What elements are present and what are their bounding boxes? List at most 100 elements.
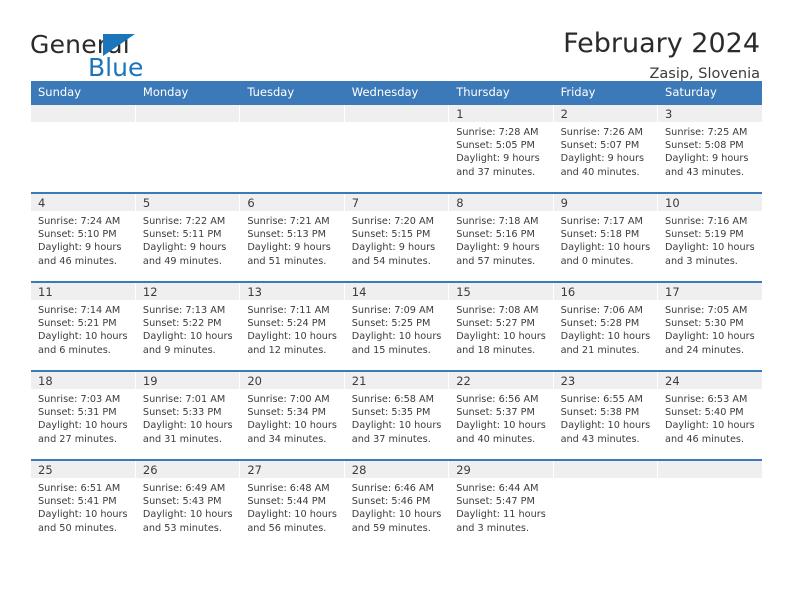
day-detail-daylight-line1: Daylight: 10 hours [665, 242, 755, 254]
general-blue-logo[interactable]: General Blue [30, 28, 215, 84]
day-number: 25 [31, 461, 135, 478]
day-number: 4 [31, 194, 135, 211]
calendar-day-cell-empty [553, 459, 659, 549]
day-detail-daylight-line2: and 18 minutes. [456, 344, 536, 356]
calendar-day-cell[interactable]: 27 Sunrise: 6:48 AM Sunset: 5:44 PM Dayligh… [239, 459, 345, 549]
day-number: 6 [240, 194, 344, 211]
day-detail-daylight-line2: and 15 minutes. [351, 344, 431, 356]
day-detail-sunrise: Sunrise: 7:28 AM [456, 127, 539, 138]
day-detail-daylight-line1: Daylight: 10 hours [351, 331, 442, 343]
calendar-day-cell[interactable]: 8 Sunrise: 7:18 AM Sunset: 5:16 PM Daylight… [448, 192, 554, 282]
day-detail-sunset: Sunset: 5:34 PM [247, 407, 326, 419]
weekday-header-monday: Monday [135, 81, 241, 104]
day-detail-sunset: Sunset: 5:31 PM [38, 407, 117, 419]
day-detail-sunrise: Sunrise: 6:55 AM [560, 394, 643, 405]
calendar-day-cell[interactable]: 14 Sunrise: 7:09 AM Sunset: 5:25 PM Dayligh… [344, 281, 450, 371]
calendar-day-cell[interactable]: 6 Sunrise: 7:21 AM Sunset: 5:13 PM Daylight… [239, 192, 345, 282]
calendar-day-cell[interactable]: 23 Sunrise: 6:55 AM Sunset: 5:38 PM Dayligh… [553, 370, 659, 460]
calendar-day-cell[interactable]: 22 Sunrise: 6:56 AM Sunset: 5:37 PM Dayligh… [448, 370, 554, 460]
day-detail-daylight-line1: Daylight: 10 hours [456, 331, 546, 343]
calendar-day-cell[interactable]: 20 Sunrise: 7:00 AM Sunset: 5:34 PM Dayligh… [239, 370, 345, 460]
weekday-header-wednesday: Wednesday [344, 81, 450, 104]
calendar-day-cell[interactable]: 13 Sunrise: 7:11 AM Sunset: 5:24 PM Dayligh… [239, 281, 345, 371]
day-details: Sunrise: 7:25 AM Sunset: 5:08 PM Daylight:… [658, 122, 762, 179]
day-details: Sunrise: 7:00 AM Sunset: 5:34 PM Daylight:… [240, 389, 343, 446]
day-detail-sunrise: Sunrise: 7:26 AM [560, 127, 643, 138]
calendar-page: General Blue February 2024 Zasip, Sloven… [0, 0, 792, 612]
day-detail-daylight-line1: Daylight: 10 hours [38, 509, 128, 521]
day-number [553, 461, 658, 478]
day-detail-daylight-line2: and 46 minutes. [665, 433, 745, 445]
calendar-day-cell[interactable]: 15 Sunrise: 7:08 AM Sunset: 5:27 PM Dayligh… [448, 281, 554, 371]
day-detail-daylight-line1: Daylight: 10 hours [142, 420, 233, 432]
day-detail-daylight-line1: Daylight: 10 hours [142, 509, 233, 521]
day-detail-sunrise: Sunrise: 6:44 AM [456, 483, 539, 494]
day-number: 13 [240, 283, 344, 300]
day-detail-daylight-line1: Daylight: 10 hours [560, 420, 651, 432]
day-details: Sunrise: 7:14 AM Sunset: 5:21 PM Daylight:… [31, 300, 135, 357]
day-detail-daylight-line1: Daylight: 11 hours [456, 509, 546, 521]
day-detail-daylight-line2: and 56 minutes. [247, 522, 327, 534]
weekday-header-tuesday: Tuesday [239, 81, 345, 104]
day-detail-sunset: Sunset: 5:22 PM [142, 318, 222, 330]
calendar-day-cell[interactable]: 17 Sunrise: 7:05 AM Sunset: 5:30 PM Dayligh… [657, 281, 762, 371]
page-subtitle: Zasip, Slovenia [649, 65, 760, 82]
day-number: 19 [135, 372, 240, 389]
day-detail-daylight-line1: Daylight: 10 hours [142, 331, 233, 343]
month-calendar: Sunday Monday Tuesday Wednesday Thursday… [31, 81, 762, 549]
day-details: Sunrise: 7:24 AM Sunset: 5:10 PM Daylight:… [31, 211, 135, 268]
calendar-day-cell[interactable]: 18 Sunrise: 7:03 AM Sunset: 5:31 PM Dayligh… [31, 370, 136, 460]
calendar-day-cell[interactable]: 3 Sunrise: 7:25 AM Sunset: 5:08 PM Daylight… [657, 103, 762, 193]
day-detail-daylight-line2: and 31 minutes. [142, 433, 222, 445]
calendar-day-cell[interactable]: 5 Sunrise: 7:22 AM Sunset: 5:11 PM Daylight… [135, 192, 241, 282]
calendar-day-cell[interactable]: 10 Sunrise: 7:16 AM Sunset: 5:19 PM Dayligh… [657, 192, 762, 282]
calendar-day-cell[interactable]: 4 Sunrise: 7:24 AM Sunset: 5:10 PM Daylight… [31, 192, 136, 282]
calendar-day-cell[interactable]: 26 Sunrise: 6:49 AM Sunset: 5:43 PM Dayligh… [135, 459, 241, 549]
calendar-day-cell-empty [239, 103, 345, 193]
calendar-day-cell[interactable]: 9 Sunrise: 7:17 AM Sunset: 5:18 PM Daylight… [553, 192, 659, 282]
day-number: 8 [449, 194, 553, 211]
calendar-day-cell[interactable]: 12 Sunrise: 7:13 AM Sunset: 5:22 PM Dayligh… [135, 281, 241, 371]
day-detail-daylight-line2: and 53 minutes. [142, 522, 222, 534]
day-number: 22 [449, 372, 553, 389]
day-details: Sunrise: 7:03 AM Sunset: 5:31 PM Daylight:… [31, 389, 135, 446]
day-detail-sunrise: Sunrise: 7:21 AM [247, 216, 330, 227]
day-detail-daylight-line1: Daylight: 10 hours [247, 331, 337, 343]
calendar-body: 1 Sunrise: 7:28 AM Sunset: 5:05 PM Daylight… [31, 103, 762, 549]
day-detail-sunset: Sunset: 5:24 PM [247, 318, 326, 330]
day-detail-daylight-line1: Daylight: 9 hours [456, 153, 540, 165]
calendar-day-cell[interactable]: 21 Sunrise: 6:58 AM Sunset: 5:35 PM Dayligh… [344, 370, 450, 460]
day-detail-sunrise: Sunrise: 6:46 AM [351, 483, 435, 494]
calendar-day-cell[interactable]: 1 Sunrise: 7:28 AM Sunset: 5:05 PM Daylight… [448, 103, 554, 193]
calendar-day-cell[interactable]: 25 Sunrise: 6:51 AM Sunset: 5:41 PM Dayligh… [31, 459, 136, 549]
day-detail-daylight-line2: and 43 minutes. [665, 166, 745, 178]
day-detail-daylight-line1: Daylight: 9 hours [142, 242, 227, 254]
day-details: Sunrise: 6:58 AM Sunset: 5:35 PM Daylight:… [345, 389, 448, 446]
calendar-day-cell[interactable]: 28 Sunrise: 6:46 AM Sunset: 5:46 PM Dayligh… [344, 459, 450, 549]
day-details: Sunrise: 6:46 AM Sunset: 5:46 PM Daylight:… [345, 478, 448, 535]
day-number [31, 105, 135, 122]
day-details: Sunrise: 6:56 AM Sunset: 5:37 PM Daylight:… [449, 389, 552, 446]
calendar-day-cell-empty [344, 103, 450, 193]
day-detail-daylight-line1: Daylight: 10 hours [247, 509, 337, 521]
day-detail-daylight-line1: Daylight: 9 hours [38, 242, 122, 254]
calendar-day-cell[interactable]: 7 Sunrise: 7:20 AM Sunset: 5:15 PM Daylight… [344, 192, 450, 282]
day-detail-sunset: Sunset: 5:05 PM [456, 140, 535, 152]
calendar-day-cell[interactable]: 2 Sunrise: 7:26 AM Sunset: 5:07 PM Daylight… [553, 103, 659, 193]
day-detail-sunrise: Sunrise: 7:17 AM [560, 216, 643, 227]
calendar-day-cell[interactable]: 29 Sunrise: 6:44 AM Sunset: 5:47 PM Dayligh… [448, 459, 554, 549]
day-detail-daylight-line2: and 51 minutes. [247, 255, 327, 267]
day-detail-daylight-line1: Daylight: 10 hours [38, 420, 128, 432]
day-number: 29 [449, 461, 553, 478]
day-detail-sunrise: Sunrise: 7:03 AM [38, 394, 121, 405]
day-detail-sunrise: Sunrise: 6:53 AM [665, 394, 748, 405]
day-number: 5 [135, 194, 240, 211]
calendar-day-cell[interactable]: 11 Sunrise: 7:14 AM Sunset: 5:21 PM Dayligh… [31, 281, 136, 371]
day-details: Sunrise: 7:20 AM Sunset: 5:15 PM Daylight:… [345, 211, 448, 268]
day-detail-daylight-line2: and 21 minutes. [560, 344, 640, 356]
calendar-day-cell[interactable]: 16 Sunrise: 7:06 AM Sunset: 5:28 PM Dayligh… [553, 281, 659, 371]
calendar-day-cell[interactable]: 19 Sunrise: 7:01 AM Sunset: 5:33 PM Dayligh… [135, 370, 241, 460]
page-title: February 2024 [563, 28, 760, 59]
day-detail-sunrise: Sunrise: 7:18 AM [456, 216, 539, 227]
calendar-day-cell[interactable]: 24 Sunrise: 6:53 AM Sunset: 5:40 PM Dayligh… [657, 370, 762, 460]
